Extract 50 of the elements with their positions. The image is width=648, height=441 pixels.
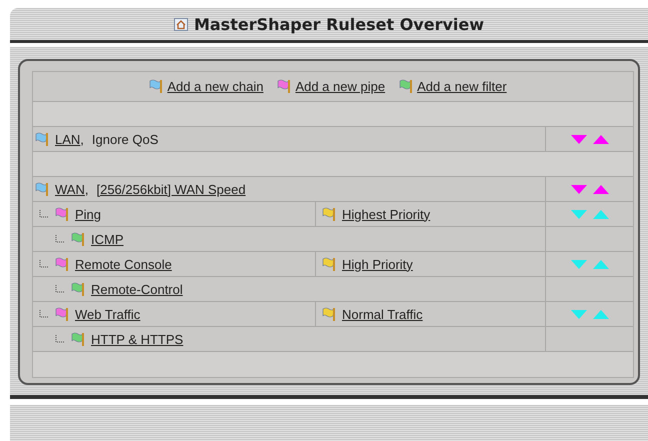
add-link[interactable]: Add a new pipe [295, 79, 386, 94]
add-link[interactable]: Add a new filter [417, 79, 507, 94]
target-link[interactable]: High Priority [342, 256, 413, 272]
flag-icon [55, 206, 69, 222]
move-down-icon[interactable] [570, 310, 586, 318]
flag-icon [322, 206, 336, 222]
move-down-icon[interactable] [570, 134, 586, 144]
filter-link[interactable]: HTTP & HTTPS [91, 332, 184, 346]
filter-link[interactable]: ICMP [91, 232, 124, 246]
separator: , [80, 132, 84, 146]
separator: , [84, 182, 88, 196]
tree-connector-icon [39, 260, 49, 268]
tree-connector-icon [39, 210, 49, 218]
tree-connector-icon [55, 235, 65, 243]
home-icon [174, 18, 188, 30]
move-down-icon[interactable] [570, 184, 586, 194]
tree-connector-icon [39, 310, 49, 318]
move-down-icon[interactable] [570, 210, 586, 218]
flag-icon [55, 306, 69, 322]
flag-icon [35, 182, 49, 196]
flag-icon [55, 256, 69, 272]
move-up-icon[interactable] [592, 184, 608, 194]
move-up-icon[interactable] [592, 310, 608, 318]
flag-icon [399, 79, 414, 94]
flag-icon [322, 256, 336, 272]
move-up-icon[interactable] [592, 210, 608, 218]
window-title: MasterShaper Ruleset Overview [194, 14, 484, 34]
tree-connector-icon [55, 335, 65, 343]
chain-link[interactable]: LAN [55, 132, 80, 146]
target-link[interactable]: Highest Priority [342, 206, 430, 222]
move-down-icon[interactable] [570, 260, 586, 268]
flag-icon [71, 232, 85, 246]
move-up-icon[interactable] [592, 134, 608, 144]
chain-link[interactable]: WAN [55, 182, 85, 196]
pipe-link[interactable]: Ping [75, 206, 102, 222]
flag-icon [71, 332, 85, 346]
service-level-label: Ignore QoS [92, 132, 158, 146]
flag-icon [277, 79, 292, 94]
tree-connector-icon [55, 285, 65, 293]
move-up-icon[interactable] [592, 260, 608, 268]
flag-icon [35, 132, 49, 146]
filter-link[interactable]: Remote-Control [91, 282, 183, 296]
flag-icon [71, 282, 85, 296]
service-level-link[interactable]: [256/256kbit] WAN Speed [96, 182, 246, 196]
pipe-link[interactable]: Web Traffic [75, 306, 140, 322]
target-link[interactable]: Normal Traffic [342, 306, 423, 322]
pipe-link[interactable]: Remote Console [75, 256, 172, 272]
flag-icon [149, 79, 164, 94]
add-link[interactable]: Add a new chain [167, 79, 264, 94]
flag-icon [322, 306, 336, 322]
